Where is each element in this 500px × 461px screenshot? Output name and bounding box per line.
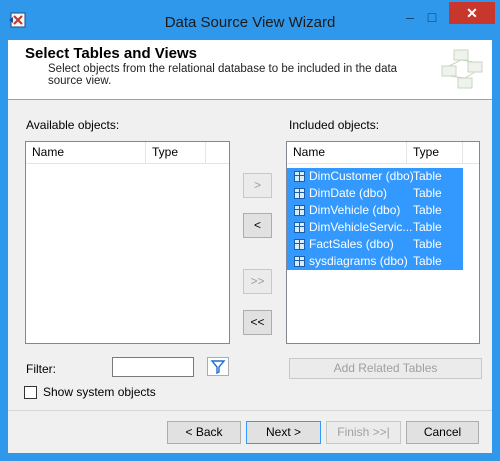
maximize-button[interactable]: □	[420, 6, 444, 28]
table-icon	[294, 188, 305, 199]
remove-all-button[interactable]: <<	[243, 310, 272, 335]
row-name: DimVehicleServic...	[309, 220, 413, 234]
included-list-header: Name Type	[287, 142, 479, 164]
column-header-type[interactable]: Type	[407, 142, 463, 163]
page-description: Select objects from the relational datab…	[48, 63, 398, 87]
finish-button[interactable]: Finish >>|	[326, 421, 401, 444]
row-type: Table	[413, 220, 442, 234]
available-objects-label: Available objects:	[26, 118, 120, 132]
table-row[interactable]: DimVehicleServic... Table	[287, 219, 463, 236]
table-row[interactable]: sysdiagrams (dbo) Table	[287, 253, 463, 270]
row-type: Table	[413, 186, 442, 200]
wizard-header: Select Tables and Views Select objects f…	[8, 40, 492, 100]
show-system-objects-checkbox[interactable]	[24, 386, 37, 399]
footer-divider	[8, 410, 492, 411]
row-name: FactSales (dbo)	[309, 237, 394, 251]
close-button[interactable]: ✕	[449, 2, 495, 24]
remove-selected-button[interactable]: <	[243, 213, 272, 238]
row-type: Table	[413, 254, 442, 268]
table-row[interactable]: DimCustomer (dbo) Table	[287, 168, 463, 185]
minimize-button[interactable]: –	[398, 6, 422, 28]
row-name: sysdiagrams (dbo)	[309, 254, 408, 268]
row-type: Table	[413, 237, 442, 251]
table-row[interactable]: DimVehicle (dbo) Table	[287, 202, 463, 219]
row-name: DimCustomer (dbo)	[309, 169, 414, 183]
add-selected-button[interactable]: >	[243, 173, 272, 198]
add-all-button[interactable]: >>	[243, 269, 272, 294]
available-objects-list[interactable]: Name Type	[25, 141, 230, 344]
row-type: Table	[413, 203, 442, 217]
filter-input[interactable]	[112, 357, 194, 377]
column-header-name[interactable]: Name	[26, 142, 146, 163]
title-bar: Data Source View Wizard – □ ✕	[0, 0, 500, 40]
row-name: DimVehicle (dbo)	[309, 203, 401, 217]
cancel-button[interactable]: Cancel	[406, 421, 479, 444]
included-objects-list[interactable]: Name Type DimCustomer (dbo) Table DimDat…	[286, 141, 480, 344]
table-icon	[294, 256, 305, 267]
filter-label: Filter:	[26, 362, 56, 376]
back-button[interactable]: < Back	[167, 421, 241, 444]
filter-funnel-icon	[210, 360, 226, 375]
wizard-body: Select Tables and Views Select objects f…	[8, 40, 492, 453]
table-icon	[294, 205, 305, 216]
included-objects-label: Included objects:	[289, 118, 380, 132]
available-list-header: Name Type	[26, 142, 229, 164]
row-name: DimDate (dbo)	[309, 186, 388, 200]
add-related-tables-button[interactable]: Add Related Tables	[289, 358, 482, 379]
column-header-type[interactable]: Type	[146, 142, 206, 163]
next-button[interactable]: Next >	[246, 421, 321, 444]
show-system-objects-label: Show system objects	[43, 385, 156, 399]
table-icon	[294, 171, 305, 182]
page-title: Select Tables and Views	[25, 45, 198, 62]
table-icon	[294, 222, 305, 233]
table-icon	[294, 239, 305, 250]
tables-graphic-icon	[441, 49, 483, 89]
table-row[interactable]: FactSales (dbo) Table	[287, 236, 463, 253]
column-header-name[interactable]: Name	[287, 142, 407, 163]
apply-filter-button[interactable]	[207, 357, 229, 376]
table-row[interactable]: DimDate (dbo) Table	[287, 185, 463, 202]
row-type: Table	[413, 169, 442, 183]
